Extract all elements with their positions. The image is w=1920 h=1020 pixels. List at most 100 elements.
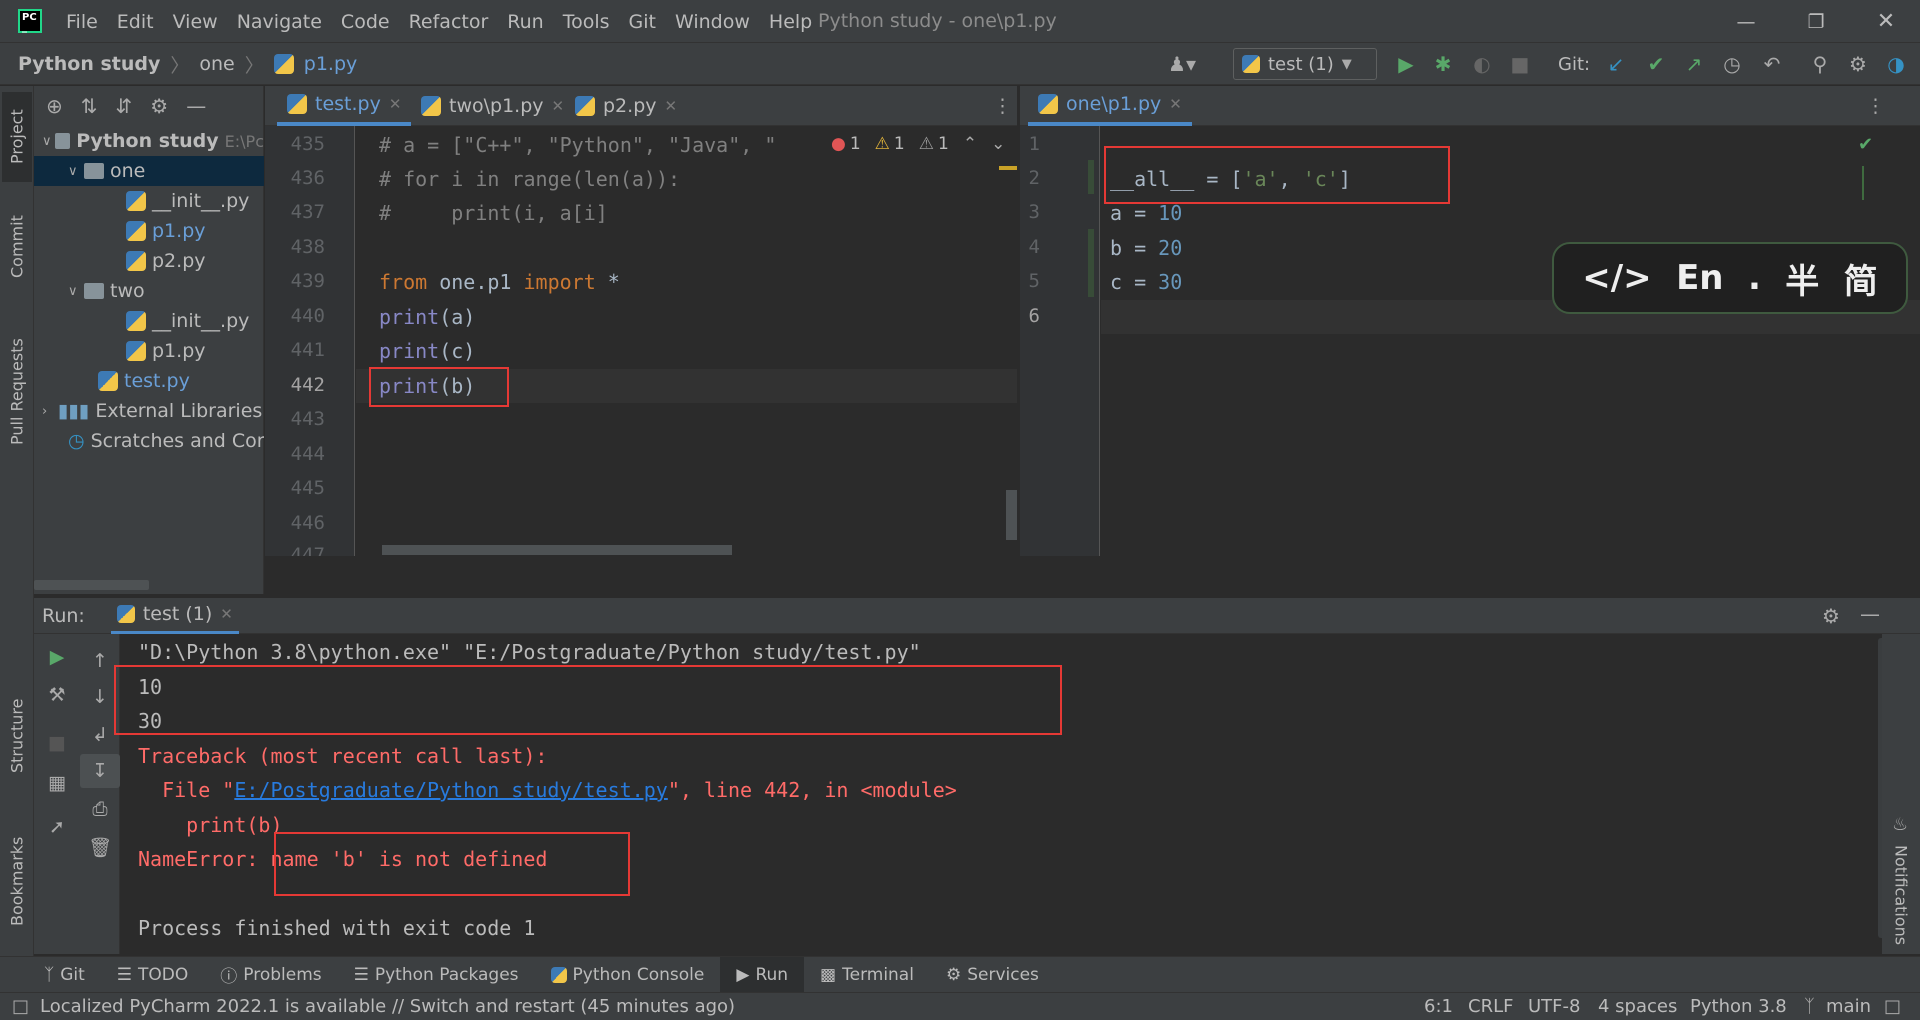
- menu-window[interactable]: Window: [675, 11, 750, 33]
- locate-icon[interactable]: ⊕: [46, 94, 63, 118]
- ime-toolbar[interactable]: </> En . 半 简: [1552, 242, 1908, 314]
- search-icon[interactable]: ⚲: [1804, 48, 1836, 80]
- ime-half-width[interactable]: 半: [1785, 254, 1819, 303]
- menu-git[interactable]: Git: [629, 11, 656, 33]
- vertical-scrollbar[interactable]: [1006, 490, 1017, 540]
- caret-position[interactable]: 6:1: [1424, 996, 1453, 1017]
- inspection-widget[interactable]: ● 1 ⚠ 1 ⚠ 1 ⌃ ⌄: [825, 134, 1006, 154]
- structure-tool-tab[interactable]: Structure: [2, 686, 32, 786]
- tab-one-p1-py[interactable]: one\p1.py ✕: [1028, 86, 1192, 126]
- coverage-icon[interactable]: ◐: [1466, 48, 1498, 80]
- debug-icon[interactable]: ✱: [1427, 48, 1459, 80]
- more-tabs-icon[interactable]: ⋮: [1866, 86, 1885, 126]
- vcs-change-marker[interactable]: [1088, 229, 1094, 297]
- menu-refactor[interactable]: Refactor: [409, 11, 489, 33]
- horizontal-scrollbar[interactable]: [34, 580, 149, 590]
- tab-p2-py[interactable]: p2.py ✕: [565, 86, 687, 126]
- commit-tool-tab[interactable]: Commit: [2, 202, 32, 292]
- tool-tab-run[interactable]: ▶ Run: [720, 956, 805, 993]
- breadcrumb-folder[interactable]: one: [199, 53, 234, 75]
- horizontal-scrollbar[interactable]: [382, 545, 732, 555]
- expand-all-icon[interactable]: ⇅: [81, 94, 98, 118]
- tree-item-two[interactable]: ∨ two: [34, 276, 264, 306]
- left-editor[interactable]: 435 436 437 438 439 440 441 442 443 444 …: [265, 126, 1017, 556]
- trash-icon[interactable]: 🗑: [80, 830, 120, 864]
- toggle-tool-windows-icon[interactable]: □: [12, 996, 29, 1017]
- settings-icon[interactable]: ⚙: [1842, 48, 1874, 80]
- pull-requests-tool-tab[interactable]: Pull Requests: [2, 322, 32, 462]
- wrench-icon[interactable]: ⚒: [37, 678, 77, 712]
- tool-tab-todo[interactable]: ☰ TODO: [101, 957, 205, 993]
- scroll-to-end-icon[interactable]: ↧: [80, 754, 120, 788]
- tool-tab-python-console[interactable]: Python Console: [535, 957, 721, 993]
- menu-run[interactable]: Run: [507, 11, 543, 33]
- menu-tools[interactable]: Tools: [563, 11, 610, 33]
- close-window-icon[interactable]: ✕: [1856, 0, 1916, 43]
- tree-item-root[interactable]: ∨ Python study E:\Pc: [34, 126, 264, 156]
- ime-language[interactable]: En: [1676, 258, 1723, 298]
- vcs-change-marker[interactable]: [1088, 160, 1094, 194]
- tab-two-p1-py[interactable]: two\p1.py ✕: [411, 86, 574, 126]
- notifications-tool-tab[interactable]: Notifications: [1886, 840, 1916, 950]
- close-tab-icon[interactable]: ✕: [552, 97, 565, 115]
- status-message[interactable]: Localized PyCharm 2022.1 is available //…: [40, 996, 735, 1017]
- indent-setting[interactable]: 4 spaces: [1598, 996, 1677, 1017]
- git-push-icon[interactable]: ↗: [1678, 48, 1710, 80]
- breadcrumb-project[interactable]: Python study: [18, 53, 160, 75]
- tab-test-py[interactable]: test.py ✕: [277, 86, 412, 126]
- notifications-bell-icon[interactable]: ♨: [1892, 814, 1908, 835]
- tool-tab-problems[interactable]: ⓘ Problems: [204, 957, 337, 993]
- menu-file[interactable]: File: [66, 11, 98, 33]
- menu-navigate[interactable]: Navigate: [237, 11, 322, 33]
- print-icon[interactable]: ⎙: [80, 792, 120, 826]
- git-commit-icon[interactable]: ✔: [1640, 48, 1672, 80]
- minimize-icon[interactable]: —: [1716, 0, 1776, 43]
- hide-panel-icon[interactable]: —: [1860, 602, 1880, 626]
- menu-code[interactable]: Code: [341, 11, 390, 33]
- right-editor[interactable]: 1 2 3 4 5 6 __all__ = ['a', 'c'] a = 10 …: [1020, 126, 1920, 556]
- ime-code-icon[interactable]: </>: [1582, 258, 1651, 298]
- bookmarks-tool-tab[interactable]: Bookmarks: [2, 826, 32, 936]
- rerun-icon[interactable]: ▶: [37, 640, 77, 674]
- tree-item-two-init[interactable]: __init__.py: [34, 306, 264, 336]
- tree-item-one[interactable]: ∨ one: [34, 156, 264, 186]
- run-console-output[interactable]: "D:\Python 3.8\python.exe" "E:/Postgradu…: [114, 634, 1888, 954]
- close-tab-icon[interactable]: ✕: [220, 605, 233, 623]
- rollback-icon[interactable]: ↶: [1756, 48, 1788, 80]
- ime-punctuation[interactable]: .: [1748, 258, 1761, 298]
- history-icon[interactable]: ◷: [1716, 48, 1748, 80]
- hide-icon[interactable]: —: [186, 94, 206, 118]
- menu-view[interactable]: View: [173, 11, 218, 33]
- tree-item-external-libraries[interactable]: › ▮▮▮ External Libraries: [34, 396, 264, 426]
- breadcrumb-file[interactable]: p1.py: [304, 53, 358, 75]
- git-update-icon[interactable]: ↙: [1600, 48, 1632, 80]
- traceback-file-link[interactable]: E:/Postgraduate/Python study/test.py: [234, 778, 667, 802]
- chevron-down-icon[interactable]: ⌄: [991, 134, 1005, 154]
- project-tool-tab[interactable]: Project: [2, 92, 32, 182]
- tree-item-scratches[interactable]: ◷ Scratches and Cons: [34, 426, 264, 456]
- menu-help[interactable]: Help: [769, 11, 812, 33]
- close-tab-icon[interactable]: ✕: [1169, 95, 1182, 113]
- jetbrains-toolbox-icon[interactable]: ◑: [1880, 48, 1912, 80]
- tree-item-two-p1[interactable]: p1.py: [34, 336, 264, 366]
- stop-icon[interactable]: ■: [1504, 48, 1536, 80]
- gear-icon[interactable]: ⚙: [150, 94, 168, 118]
- tree-item-one-p1[interactable]: p1.py: [34, 216, 264, 246]
- run-icon[interactable]: ▶: [1390, 48, 1422, 80]
- collapse-all-icon[interactable]: ⇵: [116, 94, 133, 118]
- stop-icon[interactable]: ■: [37, 726, 77, 760]
- line-separator[interactable]: CRLF: [1468, 996, 1513, 1017]
- git-branch[interactable]: main: [1826, 996, 1871, 1017]
- chevron-up-icon[interactable]: ⌃: [963, 134, 977, 154]
- gear-icon[interactable]: ⚙: [1822, 604, 1840, 628]
- run-configuration-select[interactable]: test (1) ▼: [1233, 48, 1377, 80]
- file-encoding[interactable]: UTF-8: [1528, 996, 1580, 1017]
- pin-icon[interactable]: ➚: [37, 810, 77, 844]
- tree-item-one-p2[interactable]: p2.py: [34, 246, 264, 276]
- ime-simplified[interactable]: 简: [1844, 254, 1878, 303]
- tree-item-test[interactable]: test.py: [34, 366, 264, 396]
- user-icon[interactable]: ♟▾: [1166, 48, 1198, 80]
- tool-tab-python-packages[interactable]: ☰ Python Packages: [338, 957, 535, 993]
- python-interpreter[interactable]: Python 3.8: [1690, 996, 1787, 1017]
- tool-tab-git[interactable]: ᛉ Git: [0, 957, 101, 993]
